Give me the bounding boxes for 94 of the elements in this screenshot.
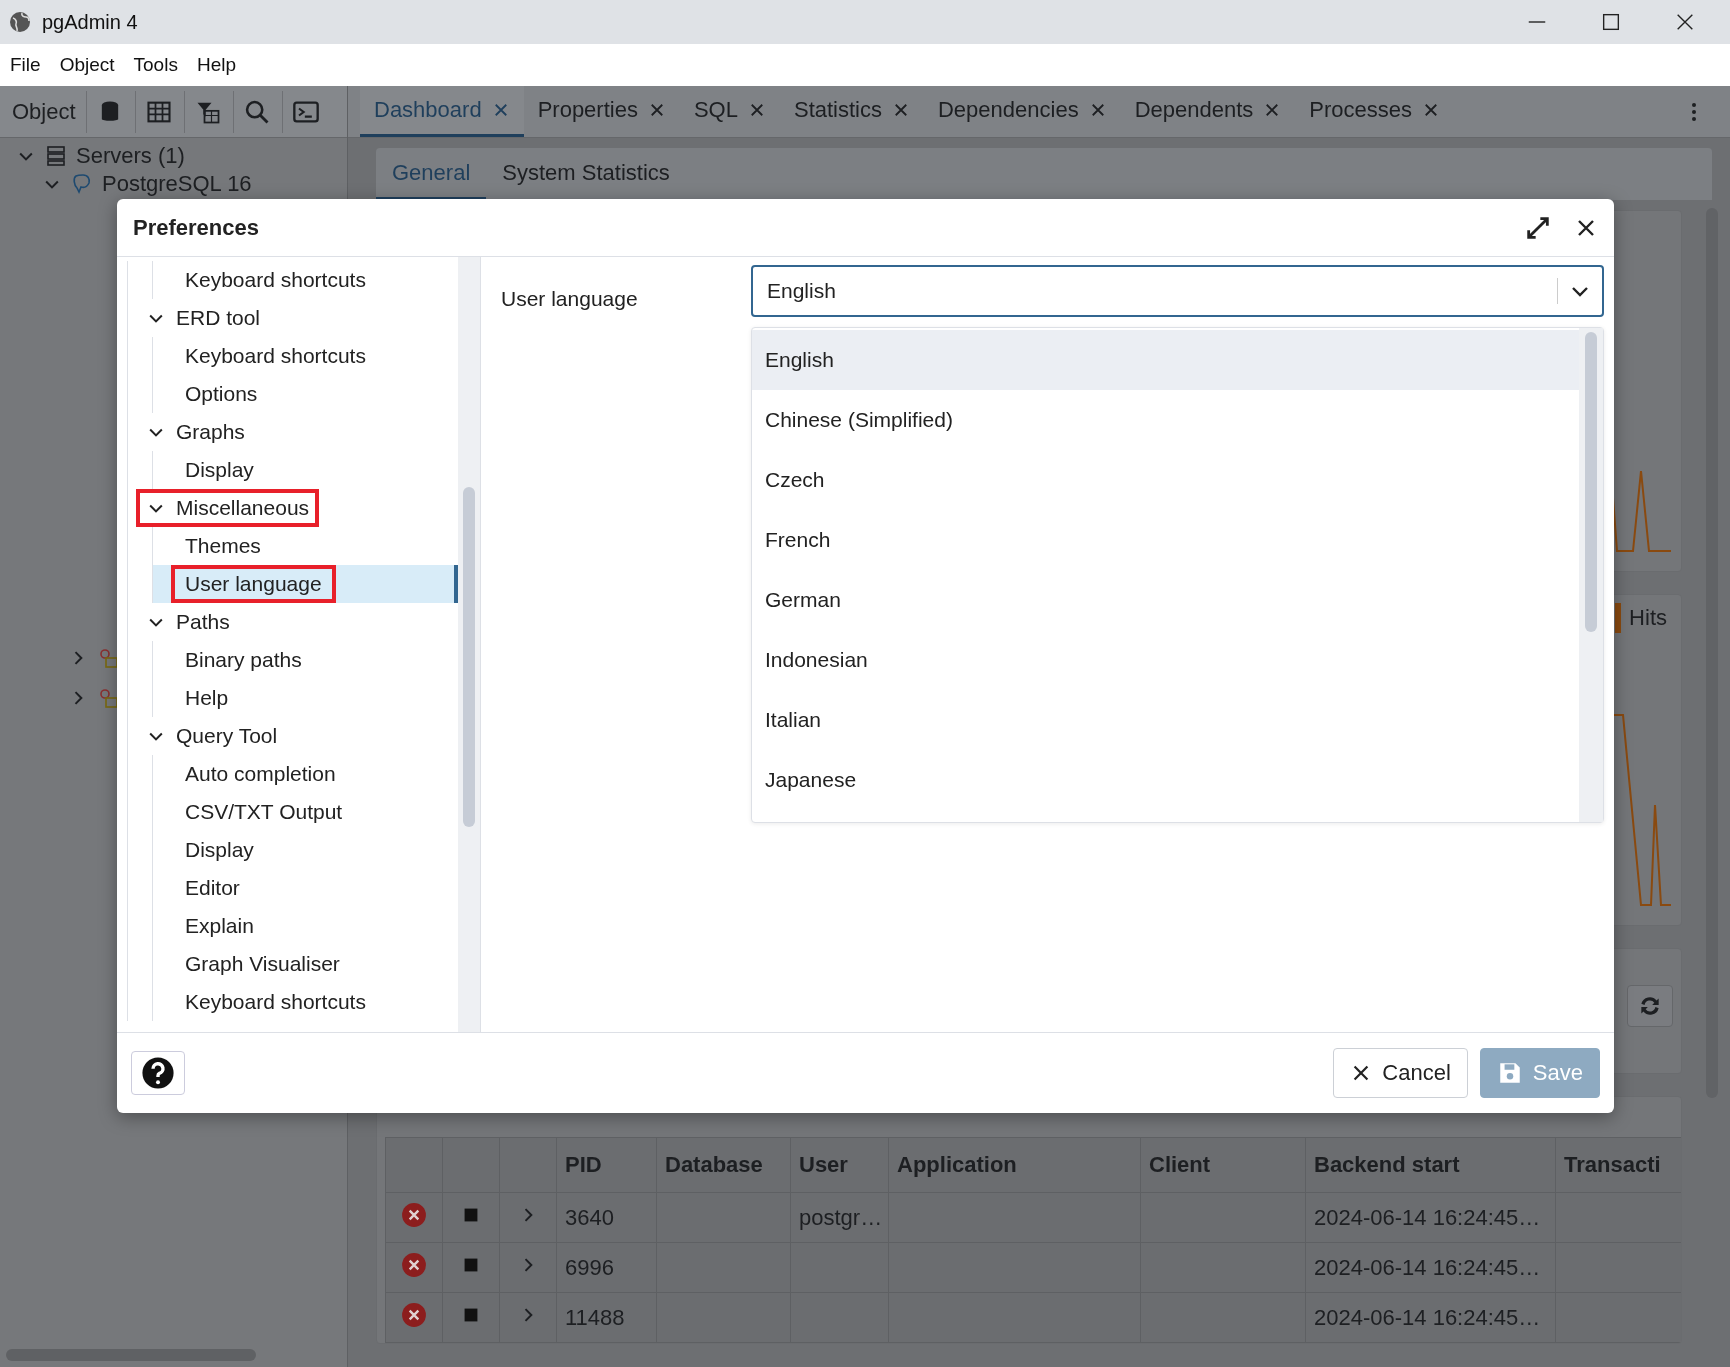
tab-label: Properties [537,97,638,123]
legend-swatch-icon [1615,603,1622,633]
tab[interactable]: SQL [679,86,780,137]
refresh-button[interactable] [1627,985,1673,1027]
tree-item-label: Editor [185,876,240,900]
tab-label: Dependencies [938,97,1079,123]
tree-item[interactable]: ERD tool [128,299,458,337]
cancel-icon[interactable] [401,1251,427,1278]
tree-item-label: Graphs [176,420,245,444]
tab-label: Dashboard [374,97,482,123]
tree-item-label: Binary paths [185,648,302,672]
dropdown-option[interactable]: Japanese [752,750,1579,810]
tree-item[interactable]: Keyboard shortcuts [153,983,458,1021]
tab-label: Processes [1309,97,1413,123]
tree-item[interactable]: Options [153,375,458,413]
table-cell: 6996 [565,1254,614,1280]
tab[interactable]: Dependencies [924,86,1121,137]
legend-label: Hits [1629,605,1667,631]
tree-item-label: CSV/TXT Output [185,800,343,824]
tree-item-label: User language [185,572,322,596]
table-cell: 3640 [565,1204,614,1230]
tree-item[interactable]: Auto completion [153,755,458,793]
tab-label: Dependents [1134,97,1254,123]
dropdown-option[interactable]: Chinese (Simplified) [752,390,1579,450]
tree-item-label: Keyboard shortcuts [185,268,366,292]
server-group-icon [44,144,68,168]
tree-item[interactable]: PostgreSQL 16 [102,171,252,197]
dialog-title: Preferences [133,214,260,241]
language-select[interactable]: English [751,265,1604,317]
tree-item-label: Graph Visualiser [185,952,340,976]
tree-item[interactable]: CSV/TXT Output [153,793,458,831]
tree-item[interactable]: Help [153,679,458,717]
tree-item-label: Miscellaneous [176,496,310,520]
tree-item[interactable]: Servers (1) [76,143,185,169]
tree-item[interactable]: User language [153,565,458,603]
toolbar-label: Object [11,98,77,125]
dropdown-option[interactable]: French [752,510,1579,570]
tree-item[interactable]: Themes [153,527,458,565]
tab-label: SQL [693,97,738,123]
tab[interactable]: System Statistics [486,148,686,200]
globe-icon [8,10,32,34]
menu-item[interactable]: Tools [127,54,184,76]
tab[interactable]: Processes [1295,86,1455,137]
help-icon [141,1056,175,1090]
tree-item-label: Display [185,458,254,482]
tree-item-label: Explain [185,914,254,938]
table-cell: 2024-06-14 16:24:45… [1314,1204,1541,1230]
maximize-icon[interactable] [1600,11,1622,33]
tree-item-label: Paths [176,610,230,634]
dropdown-option[interactable]: Indonesian [752,630,1579,690]
tree-item-label: Query Tool [176,724,278,748]
cancel-icon[interactable] [401,1201,427,1228]
dropdown-option[interactable]: English [752,330,1579,390]
tree-item-label: Themes [185,534,261,558]
help-button[interactable] [131,1051,185,1095]
menu-item[interactable]: Object [53,54,121,76]
menu-item[interactable]: File [4,54,47,76]
tree-item[interactable]: Query Tool [128,717,458,755]
menu-item[interactable]: Help [190,54,242,76]
tree-item[interactable]: Graphs [128,413,458,451]
tree-item-label: Options [185,382,258,406]
cancel-icon[interactable] [401,1301,427,1328]
tree-item-label: Help [185,686,229,710]
table-cell: postgr… [799,1204,883,1230]
tree-item[interactable]: Graph Visualiser [153,945,458,983]
tab-label: Statistics [793,97,882,123]
tree-item[interactable]: Editor [153,869,458,907]
tree-item[interactable]: Keyboard shortcuts [153,261,458,299]
scrollbar[interactable] [1585,332,1597,632]
table-cell: 2024-06-14 16:24:45… [1314,1254,1541,1280]
tree-item[interactable]: Explain [153,907,458,945]
window-title: pgAdmin 4 [42,10,138,34]
tree-item[interactable]: Paths [128,603,458,641]
tab[interactable]: Statistics [779,86,924,137]
tree-item[interactable]: Binary paths [153,641,458,679]
field-label: User language [501,286,639,311]
dropdown-option[interactable]: German [752,570,1579,630]
tree-item-label: Keyboard shortcuts [185,344,366,368]
tree-item[interactable]: Miscellaneous [128,489,458,527]
dropdown-option[interactable]: Italian [752,690,1579,750]
tree-item-label: Auto completion [185,762,336,786]
scrollbar[interactable] [463,487,475,827]
dropdown-option[interactable]: Czech [752,450,1579,510]
cancel-button[interactable]: Cancel [1333,1048,1468,1098]
table-cell: 11488 [565,1304,625,1330]
tab[interactable]: Properties [523,86,680,137]
tree-item-label: ERD tool [176,306,261,330]
table-cell: 2024-06-14 16:24:45… [1314,1304,1541,1330]
tree-item-label: Keyboard shortcuts [185,990,366,1014]
tab[interactable]: Dependents [1120,86,1296,137]
tree-item-label: Display [185,838,254,862]
tree-item[interactable]: Display [153,831,458,869]
tree-item[interactable]: Display [153,451,458,489]
tree-item[interactable]: Keyboard shortcuts [153,337,458,375]
